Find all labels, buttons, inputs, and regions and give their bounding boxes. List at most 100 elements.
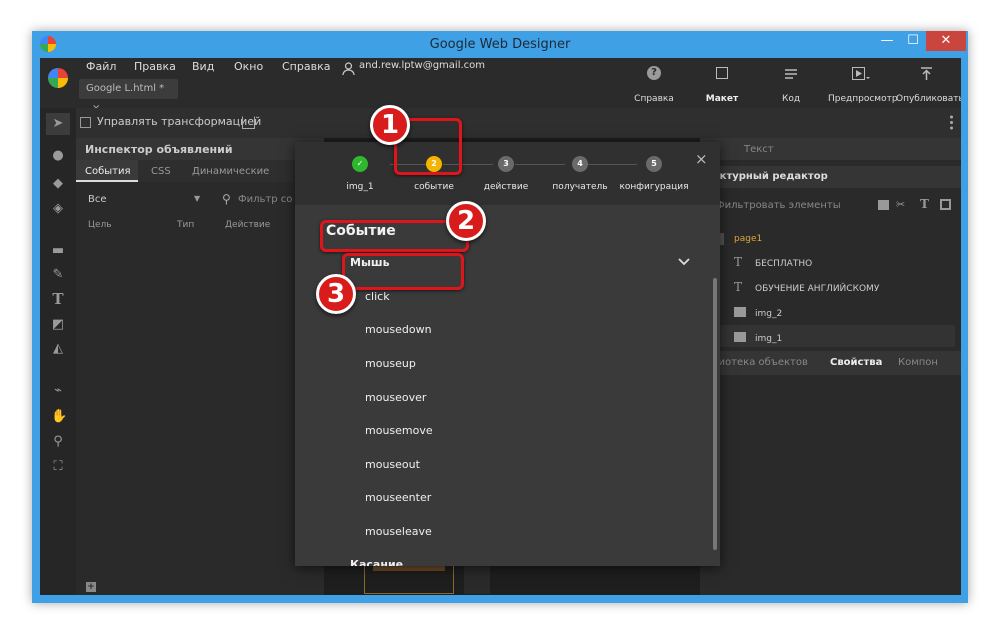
panel-title: Инспектор объявлений bbox=[76, 138, 324, 160]
preview-button[interactable]: Предпросмотр bbox=[828, 94, 898, 104]
menu-view[interactable]: Вид bbox=[192, 60, 214, 73]
fit-tool-icon[interactable]: ⛶ bbox=[51, 460, 65, 474]
highlight-event-click bbox=[342, 253, 464, 290]
tab-css[interactable]: CSS bbox=[151, 166, 171, 177]
app-window: Google Web Designer — ☐ ✕ Файл Правка Ви… bbox=[32, 31, 968, 603]
filter-select[interactable]: Все bbox=[88, 194, 107, 205]
callout-1: 1 bbox=[370, 105, 410, 145]
dialog-close-icon[interactable]: × bbox=[695, 150, 708, 168]
tree-item-english[interactable]: ОБУЧЕНИЕ АНГЛИЙСКОМУ bbox=[755, 284, 879, 294]
code-icon bbox=[784, 66, 798, 80]
dialog-scrollbar[interactable] bbox=[713, 278, 717, 550]
layout-icon bbox=[716, 67, 728, 79]
step-done-icon: ✓ bbox=[352, 156, 368, 172]
event-mouseup[interactable]: mouseup bbox=[365, 357, 416, 370]
event-click[interactable]: click bbox=[365, 290, 390, 303]
column-action: Действие bbox=[225, 220, 271, 230]
add-event-icon[interactable]: + bbox=[86, 582, 96, 592]
step-label-action[interactable]: действие bbox=[471, 182, 541, 192]
hand-tool-icon[interactable]: ✋ bbox=[51, 410, 67, 424]
right-panel: ет Текст руктурный редактор Фильтровать … bbox=[700, 138, 961, 595]
tree-item-page1[interactable]: page1 bbox=[734, 234, 762, 244]
column-type: Тип bbox=[177, 220, 195, 230]
3d-object-tool-icon[interactable]: ◈ bbox=[51, 202, 65, 216]
tag-tool-icon[interactable]: ▬ bbox=[51, 244, 65, 258]
tree-item-free[interactable]: БЕСПЛАТНО bbox=[755, 259, 812, 269]
account-email[interactable]: and.rew.lptw@gmail.com bbox=[359, 60, 485, 71]
event-mouseover[interactable]: mouseover bbox=[365, 391, 426, 404]
step-label-img1[interactable]: img_1 bbox=[325, 182, 395, 192]
column-target: Цель bbox=[88, 220, 112, 230]
tab-text[interactable]: Текст bbox=[744, 144, 774, 155]
layer-filter-icon[interactable] bbox=[940, 199, 951, 210]
callout-3: 3 bbox=[316, 274, 356, 314]
text-tool-icon[interactable]: T bbox=[51, 292, 65, 307]
title-bar[interactable]: Google Web Designer — ☐ ✕ bbox=[32, 31, 968, 58]
text-icon: T bbox=[734, 280, 743, 294]
transform-label: Управлять трансформацией bbox=[97, 115, 262, 128]
event-mousedown[interactable]: mousedown bbox=[365, 323, 432, 336]
callout-2: 2 bbox=[446, 201, 486, 241]
image-icon bbox=[734, 307, 746, 317]
code-view-button[interactable]: Код bbox=[761, 94, 821, 104]
transform-checkbox[interactable] bbox=[80, 117, 91, 128]
menu-bar: Файл Правка Вид Окно Справка and.rew.lpt… bbox=[40, 58, 961, 114]
step-label-event[interactable]: событие bbox=[399, 182, 469, 192]
file-tab-label: Google L.html * bbox=[86, 83, 165, 94]
menu-edit[interactable]: Правка bbox=[134, 60, 176, 73]
event-mousemove[interactable]: mousemove bbox=[365, 424, 433, 437]
step-label-config[interactable]: конфигурация bbox=[617, 182, 691, 192]
tab-object-library[interactable]: блиотека объектов bbox=[706, 357, 808, 368]
search-icon: ⚲ bbox=[222, 192, 231, 206]
tab-components[interactable]: Компон bbox=[898, 357, 938, 368]
text-filter-icon[interactable]: T bbox=[920, 197, 929, 211]
shape-tool-icon[interactable]: ◩ bbox=[51, 318, 65, 332]
step-label-receiver[interactable]: получатель bbox=[545, 182, 615, 192]
wizard-steps: ✓ img_1 2 событие 3 действие 4 получател… bbox=[295, 142, 720, 205]
help-button[interactable]: Справка bbox=[624, 94, 684, 104]
transform-tool-icon[interactable] bbox=[242, 116, 255, 129]
toolbar-more-icon[interactable] bbox=[950, 114, 953, 131]
tree-item-img2[interactable]: img_2 bbox=[755, 309, 782, 319]
maximize-button[interactable]: ☐ bbox=[900, 31, 926, 51]
window-title: Google Web Designer bbox=[429, 37, 571, 52]
event-dialog: ✓ img_1 2 событие 3 действие 4 получател… bbox=[295, 142, 720, 566]
step-5-icon: 5 bbox=[646, 156, 662, 172]
help-icon: ? bbox=[647, 66, 661, 80]
chevron-down-icon[interactable] bbox=[678, 253, 690, 266]
structure-editor-title: руктурный редактор bbox=[706, 171, 828, 182]
chevron-down-icon[interactable]: ▼ bbox=[194, 194, 200, 203]
layout-view-button[interactable]: Макет bbox=[692, 94, 752, 104]
ad-inspector-panel: Инспектор объявлений События CSS Динамич… bbox=[76, 138, 339, 595]
menu-help[interactable]: Справка bbox=[282, 60, 330, 73]
menu-file[interactable]: Файл bbox=[86, 60, 116, 73]
pen-tool-icon[interactable]: ✎ bbox=[51, 268, 65, 282]
fill-tool-icon[interactable]: ◭ bbox=[51, 342, 65, 356]
minimize-button[interactable]: — bbox=[874, 31, 900, 51]
close-window-button[interactable]: ✕ bbox=[926, 31, 966, 51]
image-filter-icon[interactable] bbox=[878, 200, 889, 210]
event-mouseleave[interactable]: mouseleave bbox=[365, 525, 432, 538]
group-filter-icon[interactable]: ✂ bbox=[896, 198, 905, 211]
tab-dynamic[interactable]: Динамические bbox=[192, 166, 269, 177]
element-filter-input[interactable]: Фильтровать элементы bbox=[716, 200, 841, 211]
event-mouseenter[interactable]: mouseenter bbox=[365, 491, 431, 504]
group-touch[interactable]: Касание bbox=[350, 558, 403, 566]
3d-rotation-tool-icon[interactable]: ● bbox=[51, 149, 65, 163]
file-tab[interactable]: Google L.html * × bbox=[79, 79, 178, 114]
app-client: Файл Правка Вид Окно Справка and.rew.lpt… bbox=[40, 58, 961, 595]
group-touch-row[interactable]: Касание bbox=[295, 556, 720, 566]
event-filter-input[interactable]: Фильтр со bbox=[238, 194, 292, 205]
stroke-tool-icon[interactable]: ⌁ bbox=[51, 384, 65, 398]
tree-item-img1[interactable]: img_1 bbox=[755, 334, 782, 344]
publish-icon bbox=[920, 66, 934, 80]
publish-button[interactable]: Опубликовать bbox=[896, 94, 961, 104]
zoom-tool-icon[interactable]: ⚲ bbox=[51, 435, 65, 449]
selection-tool-icon[interactable]: ➤ bbox=[51, 117, 65, 131]
tool-palette: ➤ ● ◆ ◈ ▬ ✎ T ◩ ◭ ⌁ ✋ ⚲ ⛶ bbox=[40, 108, 76, 595]
event-mouseout[interactable]: mouseout bbox=[365, 458, 420, 471]
tab-events[interactable]: События bbox=[85, 166, 131, 177]
menu-window[interactable]: Окно bbox=[234, 60, 263, 73]
3d-translate-tool-icon[interactable]: ◆ bbox=[51, 177, 65, 191]
tab-properties[interactable]: Свойства bbox=[830, 357, 882, 368]
